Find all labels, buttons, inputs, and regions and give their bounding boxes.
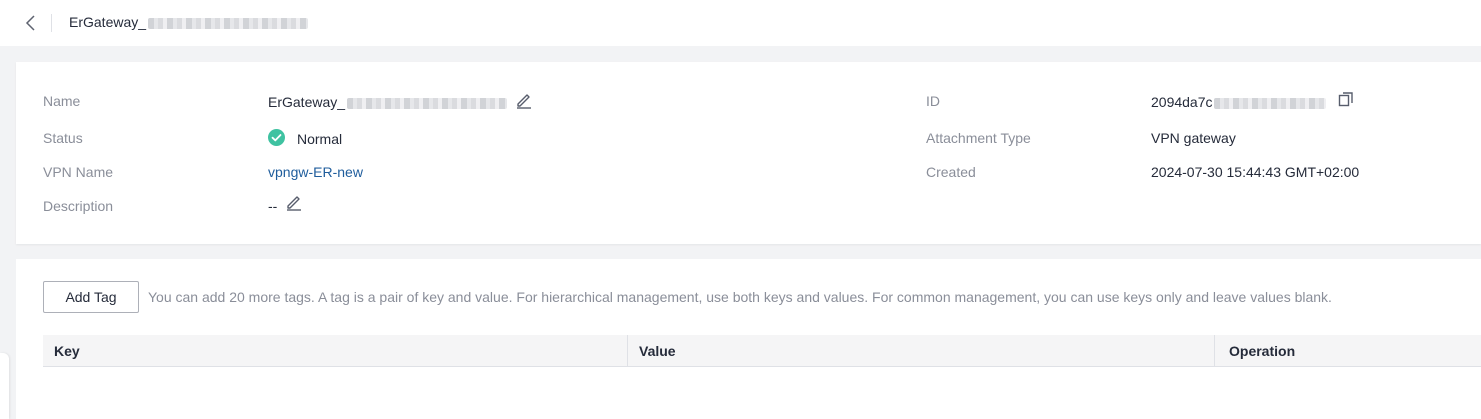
tags-table-header: Key Value Operation (43, 335, 1481, 367)
redacted-text (148, 17, 309, 29)
status-value: Normal (297, 131, 343, 147)
check-circle-icon (268, 129, 285, 146)
id-value-text: 2094da7c (1151, 94, 1213, 110)
column-header-value: Value (639, 343, 676, 359)
id-value: 2094da7c (1151, 94, 1326, 110)
page-title-text: ErGateway_ (69, 14, 147, 30)
copy-icon (1338, 92, 1353, 107)
page-header: ErGateway_ (0, 0, 1481, 46)
column-header-key: Key (54, 343, 80, 359)
add-tag-button[interactable]: Add Tag (43, 281, 139, 313)
status-label: Status (43, 130, 83, 146)
tags-hint: You can add 20 more tags. A tag is a pai… (148, 289, 1332, 305)
page-title: ErGateway_ (69, 14, 309, 30)
pencil-icon (287, 196, 301, 211)
description-value: -- (268, 198, 278, 214)
tags-card: Add Tag You can add 20 more tags. A tag … (16, 259, 1481, 419)
redacted-text (347, 97, 508, 109)
name-value-text: ErGateway_ (268, 94, 346, 110)
vpn-name-link[interactable]: vpngw-ER-new (268, 164, 363, 180)
back-button[interactable] (22, 12, 40, 34)
vpn-name-label: VPN Name (43, 164, 114, 180)
name-label: Name (43, 93, 81, 109)
column-header-operation: Operation (1229, 343, 1296, 359)
created-value: 2024-07-30 15:44:43 GMT+02:00 (1151, 164, 1360, 180)
copy-button[interactable] (1338, 91, 1354, 107)
chevron-left-icon (25, 15, 35, 31)
attachment-type-value: VPN gateway (1151, 130, 1236, 146)
name-value: ErGateway_ (268, 94, 508, 110)
basic-info-card: Name ErGateway_ Status Normal VPN Name v… (16, 62, 1481, 244)
side-panel-toggle[interactable] (0, 353, 9, 419)
redacted-text (1213, 97, 1326, 109)
description-label: Description (43, 198, 114, 214)
attachment-type-label: Attachment Type (926, 130, 1031, 146)
pencil-icon (517, 94, 531, 109)
header-divider (51, 14, 52, 32)
id-label: ID (926, 93, 940, 109)
created-label: Created (926, 164, 976, 180)
edit-name-button[interactable] (515, 91, 533, 109)
edit-description-button[interactable] (285, 193, 303, 211)
